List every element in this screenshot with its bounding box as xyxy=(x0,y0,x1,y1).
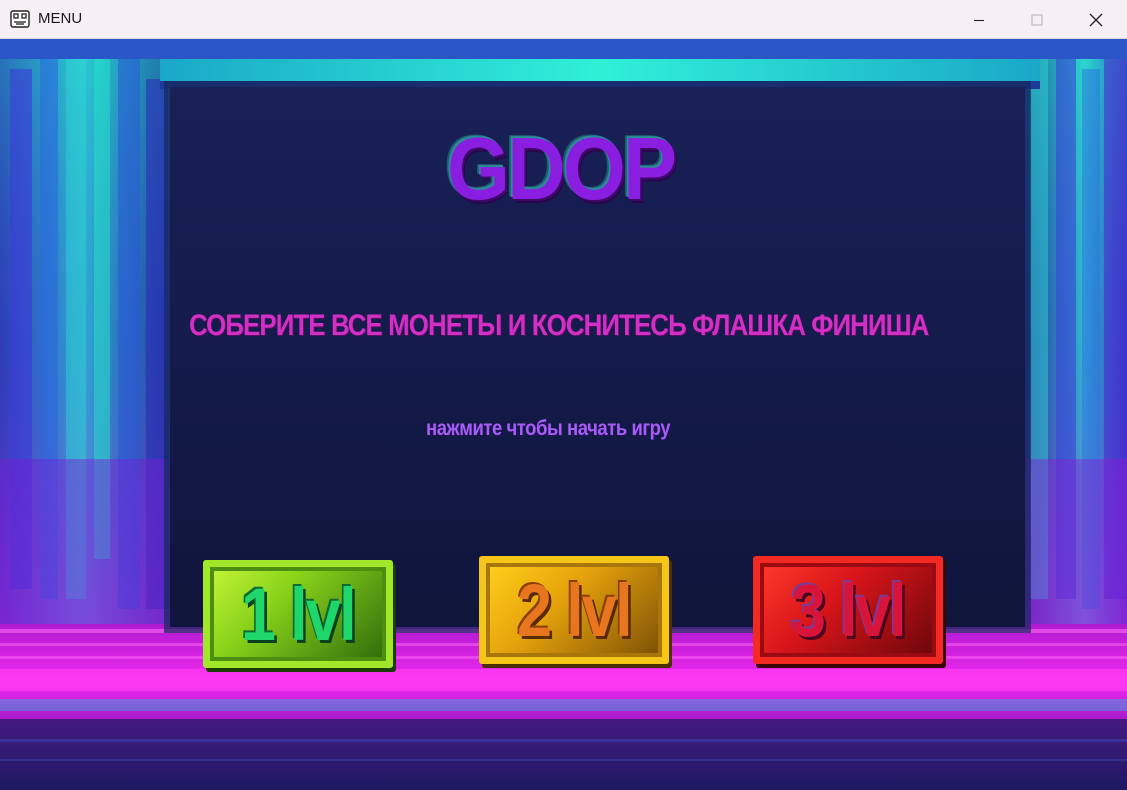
game-title: GDOP xyxy=(447,119,677,218)
level-1-label: 1 lvl xyxy=(241,572,357,656)
maximize-button[interactable] xyxy=(1014,0,1060,39)
maximize-icon xyxy=(1031,14,1043,25)
game-controller-icon xyxy=(10,10,30,28)
close-button[interactable] xyxy=(1073,0,1119,39)
window-title: MENU xyxy=(38,10,83,27)
start-game-text[interactable]: нажмите чтобы начать игру xyxy=(426,415,671,443)
instruction-text: СОБЕРИТЕ ВСЕ МОНЕТЫ И КОСНИТЕСЬ ФЛАШКА Ф… xyxy=(189,309,929,342)
minimize-button[interactable] xyxy=(956,0,1002,39)
close-icon xyxy=(1089,13,1103,26)
level-2-button[interactable]: 2 lvl xyxy=(479,556,669,664)
level-3-button[interactable]: 3 lvl xyxy=(753,556,943,664)
title-bar[interactable]: MENU xyxy=(0,0,1127,39)
minimize-icon xyxy=(974,19,984,21)
game-canvas[interactable]: GDOP СОБЕРИТЕ ВСЕ МОНЕТЫ И КОСНИТЕСЬ ФЛА… xyxy=(0,39,1127,790)
level-2-label: 2 lvl xyxy=(517,568,633,652)
level-1-button[interactable]: 1 lvl xyxy=(203,560,393,668)
level-3-label: 3 lvl xyxy=(791,568,907,652)
game-window: MENU GDOP СОБЕРИТЕ ВСЕ МОНЕТЫ И КОСНИТЕС… xyxy=(0,0,1127,790)
